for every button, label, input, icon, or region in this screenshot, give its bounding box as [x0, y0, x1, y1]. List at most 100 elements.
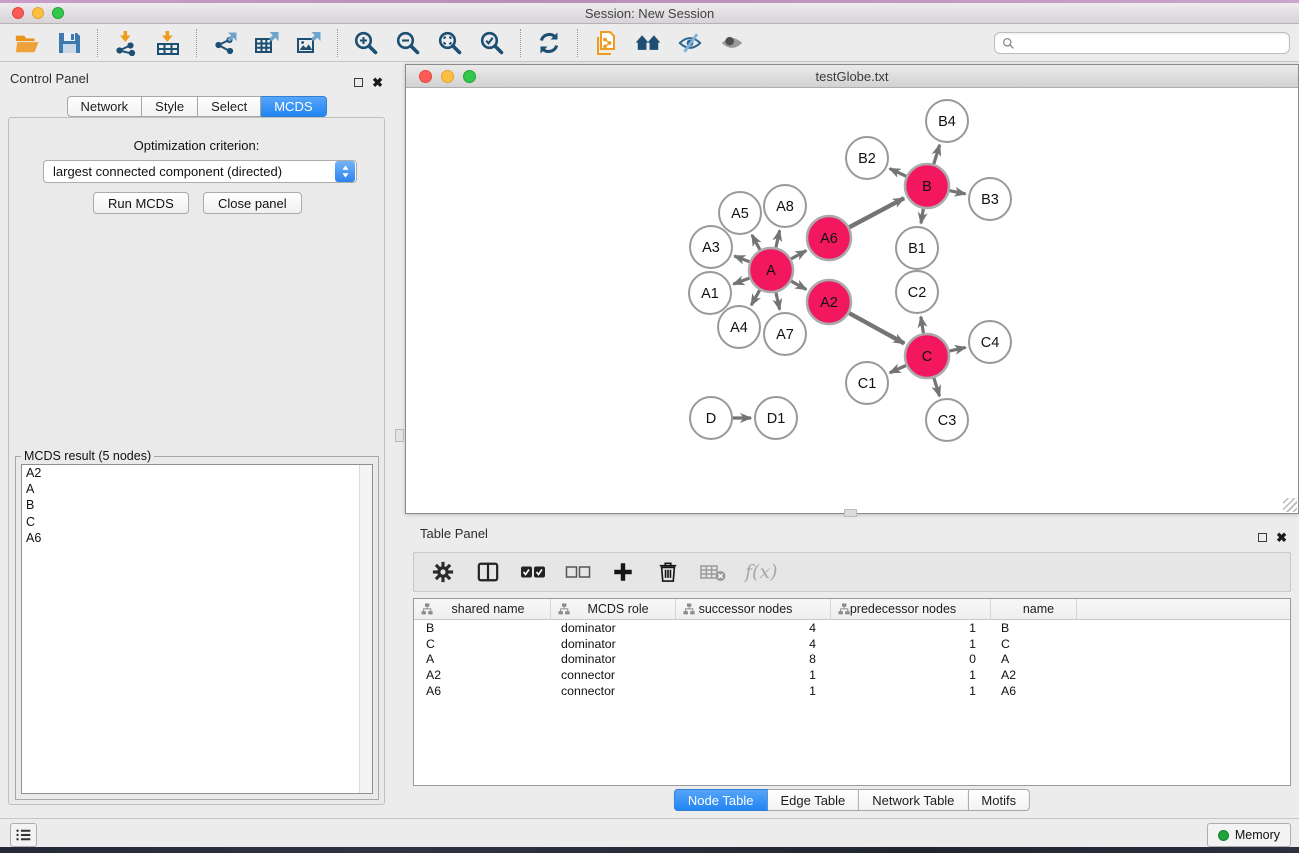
- column-header-name[interactable]: name: [991, 599, 1077, 619]
- node-label: A: [766, 263, 776, 279]
- graph-node-B4[interactable]: B4: [926, 100, 968, 142]
- graph-node-D[interactable]: D: [690, 397, 732, 439]
- graph-node-C3[interactable]: C3: [926, 399, 968, 441]
- open-session-icon[interactable]: [12, 28, 42, 58]
- result-item[interactable]: C: [22, 514, 372, 530]
- criterion-value: largest connected component (directed): [44, 164, 335, 179]
- table-row[interactable]: Bdominator41B: [414, 620, 1290, 636]
- node-label: B1: [908, 241, 926, 257]
- table-tab-network-table[interactable]: Network Table: [859, 789, 968, 811]
- export-image-icon[interactable]: [294, 28, 324, 58]
- table-tab-motifs[interactable]: Motifs: [968, 789, 1030, 811]
- zoom-fit-icon[interactable]: [435, 28, 465, 58]
- network-canvas[interactable]: B4 B2 B B3 B1 A5A8A6 A3 A A1 A2 A4A7 C2 C C4 C1 C3 D D1: [406, 89, 1298, 513]
- create-column-icon[interactable]: [610, 559, 636, 585]
- import-network-icon[interactable]: [111, 28, 141, 58]
- table-tab-node-table[interactable]: Node Table: [674, 789, 768, 811]
- float-panel-icon[interactable]: [354, 78, 363, 87]
- graph-node-D1[interactable]: D1: [755, 397, 797, 439]
- graph-node-A8[interactable]: A8: [764, 185, 806, 227]
- column-header-shared-name[interactable]: shared name: [414, 599, 551, 619]
- node-label: C4: [981, 335, 1000, 351]
- save-session-icon[interactable]: [54, 28, 84, 58]
- table-cell: 4: [676, 621, 831, 635]
- graph-node-C2[interactable]: C2: [896, 271, 938, 313]
- table-cell: dominator: [551, 637, 676, 651]
- graph-node-C4[interactable]: C4: [969, 321, 1011, 363]
- settings-icon[interactable]: [430, 559, 456, 585]
- close-panel-icon[interactable]: ✖: [372, 76, 383, 89]
- toolbar-separator: [337, 29, 338, 57]
- node-table[interactable]: shared nameMCDS rolesuccessor nodes prede…: [413, 598, 1291, 786]
- table-cell: dominator: [551, 652, 676, 666]
- hide-graphics-icon[interactable]: [675, 28, 705, 58]
- export-table-icon[interactable]: [252, 28, 282, 58]
- network-window-title: testGlobe.txt: [406, 69, 1298, 84]
- zoom-selected-icon[interactable]: [477, 28, 507, 58]
- graph-node-A3[interactable]: A3: [690, 226, 732, 268]
- tab-network[interactable]: Network: [66, 96, 142, 117]
- run-mcds-button[interactable]: Run MCDS: [93, 192, 189, 214]
- window-resize-grip[interactable]: [1283, 498, 1297, 512]
- float-table-panel-icon[interactable]: [1258, 533, 1267, 542]
- memory-button[interactable]: Memory: [1207, 823, 1291, 847]
- table-row[interactable]: Adominator80A: [414, 652, 1290, 668]
- result-item[interactable]: A6: [22, 530, 372, 546]
- tab-mcds[interactable]: MCDS: [261, 96, 326, 117]
- graph-node-A2[interactable]: A2: [807, 280, 851, 324]
- task-history-button[interactable]: [10, 823, 37, 847]
- graph-node-B[interactable]: B: [905, 164, 949, 208]
- export-network-icon[interactable]: [210, 28, 240, 58]
- close-table-panel-icon[interactable]: ✖: [1276, 531, 1287, 544]
- table-row[interactable]: Cdominator41C: [414, 636, 1290, 652]
- search-input[interactable]: [1019, 34, 1289, 52]
- column-header-label: name: [1023, 602, 1054, 616]
- graph-node-B1[interactable]: B1: [896, 227, 938, 269]
- unselect-all-columns-icon[interactable]: [565, 559, 591, 585]
- home-icon[interactable]: [633, 28, 663, 58]
- column-header-successor-nodes[interactable]: successor nodes: [676, 599, 831, 619]
- mcds-result-list[interactable]: A2ABCA6: [21, 464, 373, 794]
- tab-style[interactable]: Style: [142, 96, 198, 117]
- graph-node-C[interactable]: C: [905, 334, 949, 378]
- result-item[interactable]: A: [22, 481, 372, 497]
- table-row[interactable]: A2connector11A2: [414, 667, 1290, 683]
- table-row[interactable]: A6connector11A6: [414, 683, 1290, 699]
- graph-node-A6[interactable]: A6: [807, 216, 851, 260]
- show-graphics-icon[interactable]: [717, 28, 747, 58]
- duplicate-network-icon[interactable]: [591, 28, 621, 58]
- zoom-out-icon[interactable]: [393, 28, 423, 58]
- toolbar-separator: [577, 29, 578, 57]
- memory-status-icon: [1218, 830, 1229, 841]
- graph-node-A[interactable]: A: [749, 248, 793, 292]
- split-columns-icon[interactable]: [475, 559, 501, 585]
- node-label: B4: [938, 114, 956, 130]
- column-header-label: predecessor nodes: [850, 602, 956, 616]
- result-list-scrollbar[interactable]: [359, 465, 372, 793]
- graph-node-A1[interactable]: A1: [689, 272, 731, 314]
- criterion-dropdown[interactable]: largest connected component (directed): [43, 160, 357, 183]
- graph-node-A4[interactable]: A4: [718, 306, 760, 348]
- close-panel-button[interactable]: Close panel: [203, 192, 302, 214]
- column-header-predecessor-nodes[interactable]: predecessor nodes: [831, 599, 991, 619]
- tab-select[interactable]: Select: [198, 96, 261, 117]
- table-tab-edge-table[interactable]: Edge Table: [767, 789, 859, 811]
- delete-columns-icon[interactable]: [655, 559, 681, 585]
- vertical-splitter-grip[interactable]: [395, 429, 404, 442]
- select-all-columns-icon[interactable]: [520, 559, 546, 585]
- zoom-in-icon[interactable]: [351, 28, 381, 58]
- graph-node-B2[interactable]: B2: [846, 137, 888, 179]
- graph-node-A7[interactable]: A7: [764, 313, 806, 355]
- horizontal-splitter-grip[interactable]: [844, 509, 857, 517]
- column-header-MCDS-role[interactable]: MCDS role: [551, 599, 676, 619]
- network-graph[interactable]: B4 B2 B B3 B1 A5A8A6 A3 A A1 A2 A4A7 C2 C C4 C1 C3 D D1: [406, 89, 1298, 514]
- graph-node-A5[interactable]: A5: [719, 192, 761, 234]
- table-cell: B: [991, 621, 1077, 635]
- refresh-icon[interactable]: [534, 28, 564, 58]
- search-field[interactable]: [994, 32, 1290, 54]
- import-table-icon[interactable]: [153, 28, 183, 58]
- result-item[interactable]: A2: [22, 465, 372, 481]
- graph-node-B3[interactable]: B3: [969, 178, 1011, 220]
- graph-node-C1[interactable]: C1: [846, 362, 888, 404]
- result-item[interactable]: B: [22, 497, 372, 513]
